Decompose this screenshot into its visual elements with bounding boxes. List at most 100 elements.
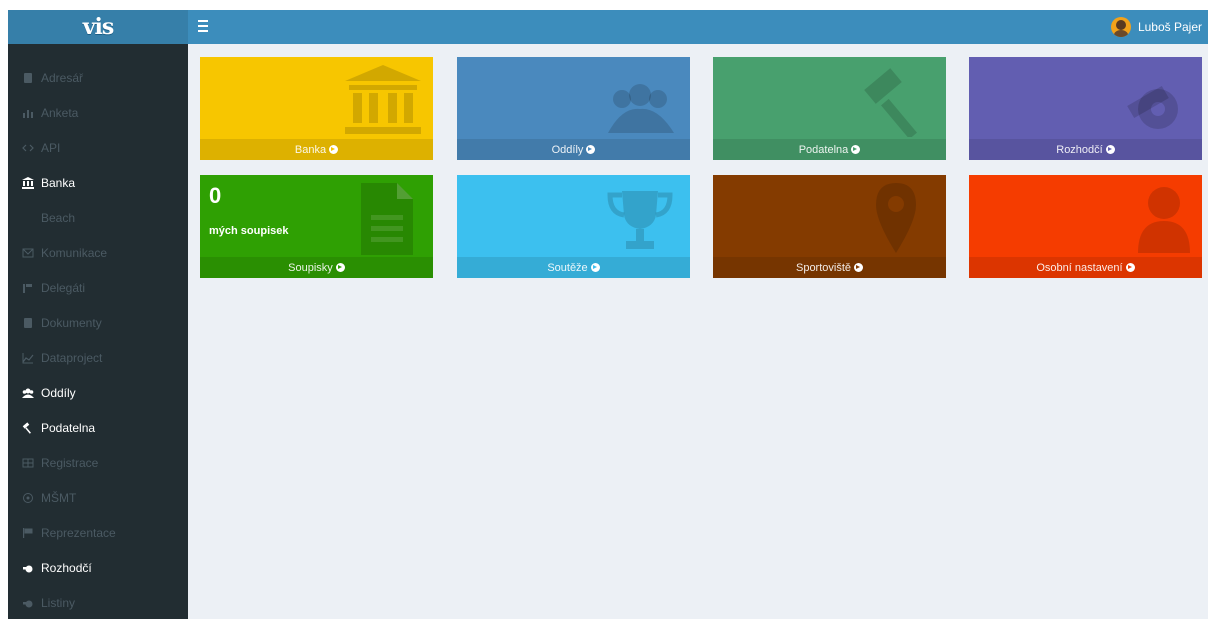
tile-sportoviste[interactable]: Sportoviště bbox=[713, 175, 946, 278]
soupisky-count: 0 bbox=[209, 183, 222, 208]
tile-footer-link[interactable]: Soupisky bbox=[200, 257, 433, 278]
arrow-circle-right-icon bbox=[1125, 263, 1135, 272]
tile-footer-link[interactable]: Podatelna bbox=[713, 139, 946, 160]
top-navbar: Luboš Pajer bbox=[188, 10, 1208, 44]
tile-footer-link[interactable]: Osobní nastavení bbox=[969, 257, 1202, 278]
sidebar-item-listiny[interactable]: Listiny bbox=[8, 585, 188, 619]
arrow-circle-right-icon bbox=[1105, 145, 1115, 154]
book-icon bbox=[21, 316, 35, 330]
bar-chart-icon bbox=[21, 106, 35, 120]
sidebar-item-label: Banka bbox=[41, 175, 76, 190]
blank-icon bbox=[21, 211, 35, 225]
sidebar-item-label: API bbox=[41, 140, 61, 155]
sidebar-item-label: Komunikace bbox=[41, 245, 108, 260]
sidebar-item-label: Beach bbox=[41, 210, 76, 225]
sidebar-item-dataproject[interactable]: Dataproject bbox=[8, 340, 188, 375]
menu-toggle-icon[interactable] bbox=[198, 20, 212, 34]
users-icon bbox=[21, 386, 35, 400]
arrow-circle-right-icon bbox=[590, 263, 600, 272]
tile-footer-link[interactable]: Sportoviště bbox=[713, 257, 946, 278]
line-chart-icon bbox=[21, 351, 35, 365]
sidebar-item-label: Dataproject bbox=[41, 350, 103, 365]
avatar bbox=[1110, 17, 1131, 37]
users-icon bbox=[600, 63, 680, 137]
whistle-icon bbox=[1112, 63, 1192, 137]
tile-label: Soutěže bbox=[547, 261, 588, 274]
tile-rozhodci[interactable]: Rozhodčí bbox=[969, 57, 1202, 160]
trophy-icon bbox=[600, 181, 680, 255]
arrow-circle-right-icon bbox=[329, 145, 339, 154]
tile-footer-link[interactable]: Soutěže bbox=[457, 257, 690, 278]
main-content: Banka Oddíly Podatelna Rozhodčí 0 mých s… bbox=[188, 44, 1208, 619]
tile-label: Sportoviště bbox=[795, 261, 852, 274]
sidebar-item-oddily[interactable]: Oddíly bbox=[8, 375, 188, 410]
tile-footer-link[interactable]: Oddíly bbox=[457, 139, 690, 160]
tile-label: Banka bbox=[294, 143, 327, 156]
sidebar-item-label: Oddíly bbox=[41, 385, 76, 400]
tile-label: Rozhodčí bbox=[1056, 143, 1103, 156]
sidebar-item-label: Reprezentace bbox=[41, 525, 116, 540]
tile-souteze[interactable]: Soutěže bbox=[457, 175, 690, 278]
user-name: Luboš Pajer bbox=[1137, 20, 1202, 34]
logo[interactable]: vis bbox=[8, 10, 188, 44]
gavel-icon bbox=[21, 421, 35, 435]
table-icon bbox=[21, 456, 35, 470]
sidebar-item-label: Registrace bbox=[41, 455, 99, 470]
sidebar-item-label: Delegáti bbox=[41, 280, 86, 295]
sidebar-item-podatelna[interactable]: Podatelna bbox=[8, 410, 188, 445]
book-icon bbox=[21, 71, 35, 85]
bank-icon bbox=[21, 176, 35, 190]
whistle-icon bbox=[21, 561, 35, 575]
tile-label: Oddíly bbox=[551, 143, 584, 156]
sidebar-item-label: Anketa bbox=[41, 105, 79, 120]
map-marker-icon bbox=[856, 181, 936, 255]
sidebar-nav: Adresář Anketa API Banka Beach Komunikac… bbox=[8, 44, 188, 619]
envelope-icon bbox=[21, 246, 35, 260]
tile-oddily[interactable]: Oddíly bbox=[457, 57, 690, 160]
sidebar-item-adresar[interactable]: Adresář bbox=[8, 60, 188, 95]
sidebar-item-dokumenty[interactable]: Dokumenty bbox=[8, 305, 188, 340]
code-icon bbox=[21, 141, 35, 155]
user-icon bbox=[1112, 181, 1192, 255]
sidebar-item-label: Rozhodčí bbox=[41, 560, 92, 575]
tile-label: Podatelna bbox=[798, 143, 849, 156]
sidebar-item-label: Listiny bbox=[41, 595, 76, 610]
logo-text: vis bbox=[82, 14, 115, 40]
gavel-icon bbox=[856, 63, 936, 140]
tile-podatelna[interactable]: Podatelna bbox=[713, 57, 946, 160]
sidebar-item-label: Dokumenty bbox=[41, 315, 102, 330]
sidebar-item-beach[interactable]: Beach bbox=[8, 200, 188, 235]
tile-footer-link[interactable]: Rozhodčí bbox=[969, 139, 1202, 160]
sidebar-item-msmt[interactable]: MŠMT bbox=[8, 480, 188, 515]
arrow-circle-right-icon bbox=[586, 145, 596, 154]
user-menu[interactable]: Luboš Pajer bbox=[1110, 16, 1202, 38]
tile-label: Soupisky bbox=[288, 261, 333, 274]
sidebar-item-banka[interactable]: Banka bbox=[8, 165, 188, 200]
arrow-circle-right-icon bbox=[335, 263, 345, 272]
tile-banka[interactable]: Banka bbox=[200, 57, 433, 160]
tile-label: Osobní nastavení bbox=[1036, 261, 1123, 274]
tile-soupisky[interactable]: 0 mých soupisek Soupisky bbox=[200, 175, 433, 278]
delegate-icon bbox=[21, 281, 35, 295]
soupisky-count-label: mých soupisek bbox=[209, 225, 289, 237]
sidebar-item-anketa[interactable]: Anketa bbox=[8, 95, 188, 130]
sidebar-item-delegati[interactable]: Delegáti bbox=[8, 270, 188, 305]
tile-osobni-nastaveni[interactable]: Osobní nastavení bbox=[969, 175, 1202, 278]
bank-icon bbox=[343, 63, 423, 137]
document-icon bbox=[343, 181, 423, 255]
flag-icon bbox=[21, 526, 35, 540]
sidebar-item-label: MŠMT bbox=[41, 490, 77, 505]
sidebar-item-rozhodci[interactable]: Rozhodčí bbox=[8, 550, 188, 585]
tile-footer-link[interactable]: Banka bbox=[200, 139, 433, 160]
sidebar-item-label: Podatelna bbox=[41, 420, 96, 435]
sidebar-item-label: Adresář bbox=[41, 70, 84, 85]
circle-icon bbox=[21, 491, 35, 505]
sidebar-item-komunikace[interactable]: Komunikace bbox=[8, 235, 188, 270]
whistle-icon bbox=[21, 596, 35, 610]
sidebar-item-reprezentace[interactable]: Reprezentace bbox=[8, 515, 188, 550]
sidebar-item-registrace[interactable]: Registrace bbox=[8, 445, 188, 480]
sidebar: vis Adresář Anketa API Banka Beach Komun… bbox=[8, 10, 188, 619]
arrow-circle-right-icon bbox=[854, 263, 864, 272]
arrow-circle-right-icon bbox=[851, 145, 861, 154]
sidebar-item-api[interactable]: API bbox=[8, 130, 188, 165]
